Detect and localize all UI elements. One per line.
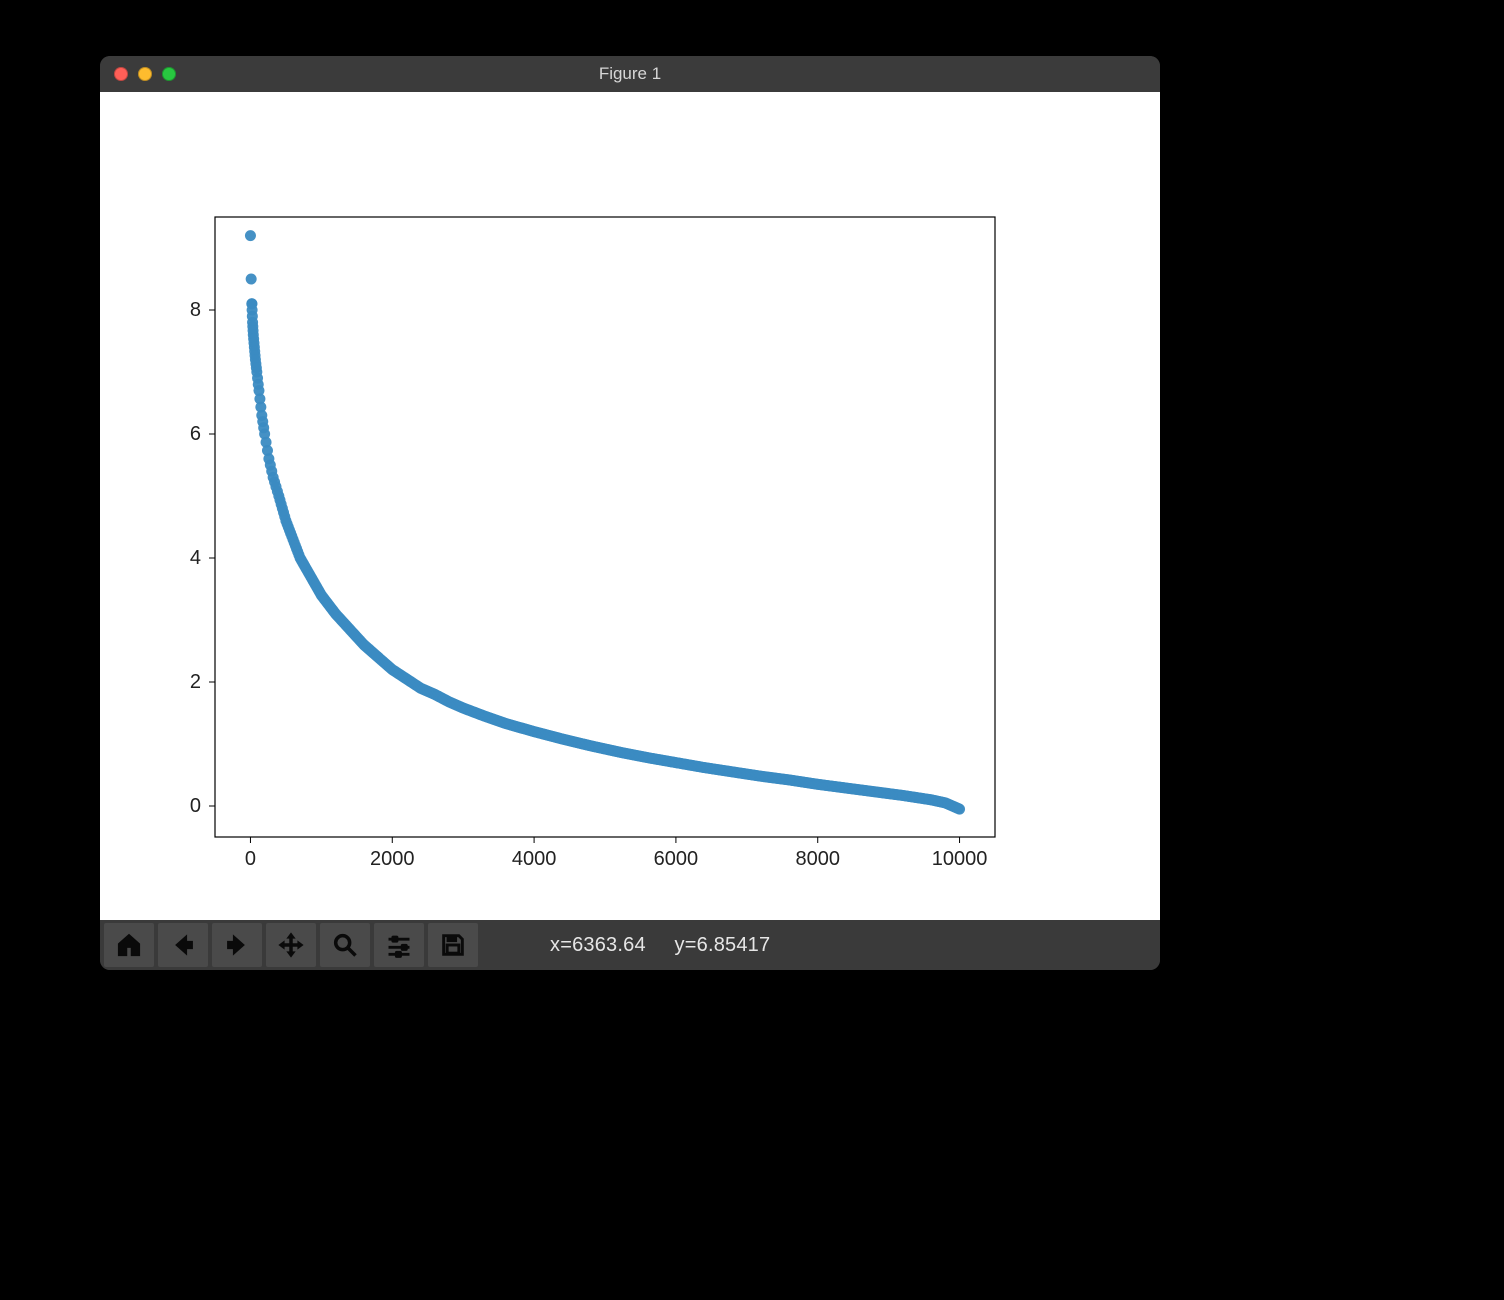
svg-text:0: 0 (245, 848, 256, 870)
close-icon[interactable] (114, 67, 128, 81)
window-controls (100, 67, 176, 81)
svg-text:6000: 6000 (654, 848, 699, 870)
svg-text:8: 8 (190, 299, 201, 321)
fullscreen-icon[interactable] (162, 67, 176, 81)
home-icon (115, 931, 143, 959)
save-icon (439, 931, 467, 959)
pan-button[interactable] (266, 923, 316, 967)
cursor-position-readout: x=6363.64 y=6.85417 (550, 934, 770, 957)
minimize-icon[interactable] (138, 67, 152, 81)
svg-text:8000: 8000 (795, 848, 840, 870)
figure-window: Figure 1 0 2000 4000 6000 8000 10000 0 2 4 6 8 (100, 56, 1160, 970)
configure-subplots-button[interactable] (374, 923, 424, 967)
titlebar: Figure 1 (100, 56, 1160, 92)
arrow-left-icon (169, 931, 197, 959)
arrow-right-icon (223, 931, 251, 959)
move-icon (277, 931, 305, 959)
svg-text:4: 4 (190, 547, 201, 569)
window-title: Figure 1 (100, 64, 1160, 84)
save-button[interactable] (428, 923, 478, 967)
sliders-icon (385, 931, 413, 959)
scatter-plot: 0 2000 4000 6000 8000 10000 0 2 4 6 8 (100, 92, 1160, 920)
svg-text:4000: 4000 (512, 848, 557, 870)
svg-text:10000: 10000 (932, 848, 988, 870)
zoom-button[interactable] (320, 923, 370, 967)
back-button[interactable] (158, 923, 208, 967)
svg-text:2000: 2000 (370, 848, 415, 870)
svg-text:6: 6 (190, 423, 201, 445)
zoom-icon (331, 931, 359, 959)
plot-canvas[interactable]: 0 2000 4000 6000 8000 10000 0 2 4 6 8 (100, 92, 1160, 920)
home-button[interactable] (104, 923, 154, 967)
forward-button[interactable] (212, 923, 262, 967)
svg-text:2: 2 (190, 671, 201, 693)
navigation-toolbar: x=6363.64 y=6.85417 (100, 920, 1160, 970)
svg-text:0: 0 (190, 795, 201, 817)
